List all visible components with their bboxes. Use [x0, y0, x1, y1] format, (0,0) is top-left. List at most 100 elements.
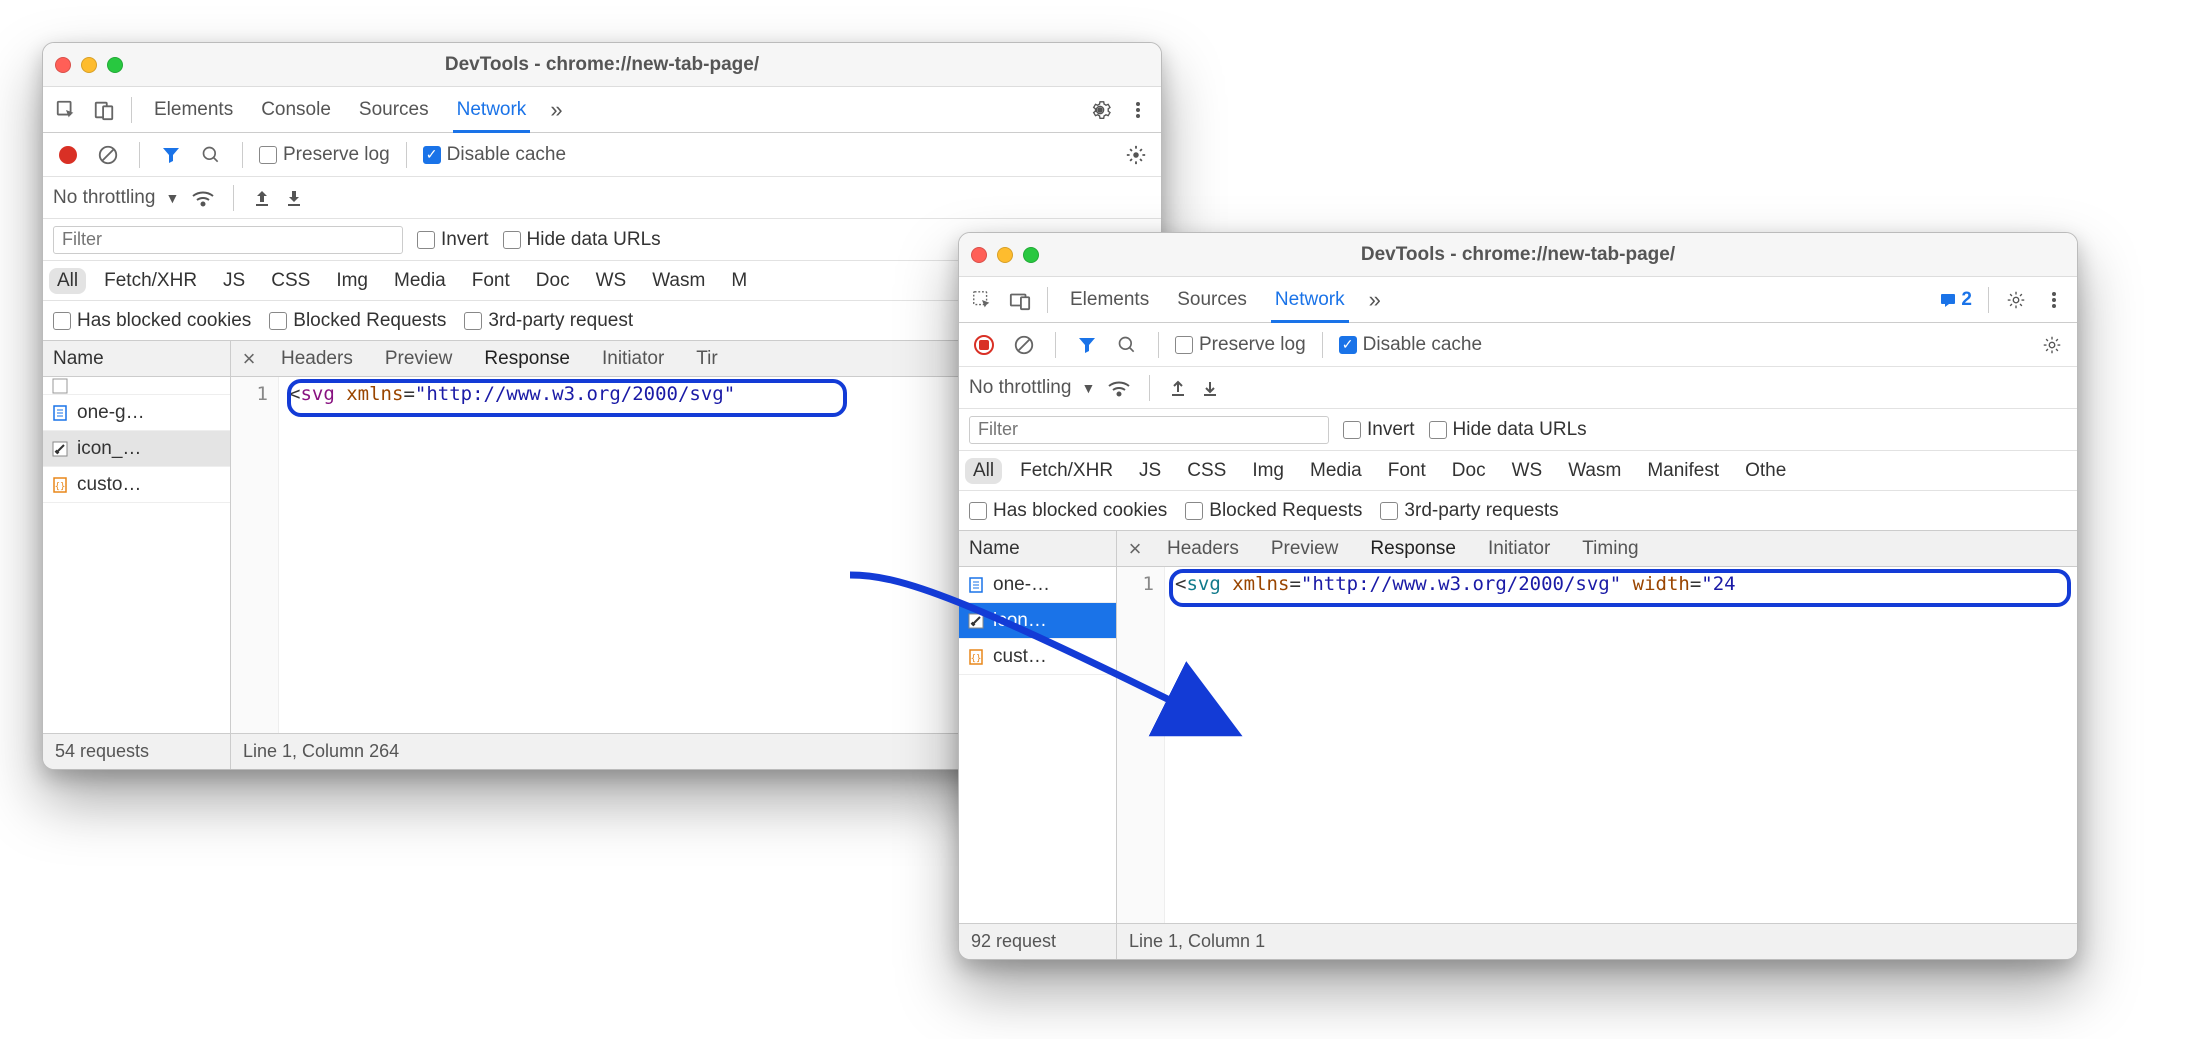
type-fetch[interactable]: Fetch/XHR [96, 268, 205, 294]
response-code[interactable]: <svg xmlns="http://www.w3.org/2000/svg" … [1165, 567, 2077, 923]
hide-data-urls-checkbox[interactable]: Hide data URLs [1429, 419, 1587, 441]
search-icon[interactable] [196, 140, 226, 170]
tab-elements[interactable]: Elements [1058, 277, 1161, 322]
type-img[interactable]: Img [1244, 458, 1292, 484]
filter-icon[interactable] [156, 140, 186, 170]
settings-icon[interactable] [1999, 283, 2033, 317]
filter-input[interactable] [969, 416, 1329, 444]
tab-elements[interactable]: Elements [142, 87, 245, 132]
type-manifest-trunc[interactable]: M [723, 268, 755, 294]
detail-tab-initiator[interactable]: Initiator [588, 341, 678, 376]
record-button[interactable] [969, 330, 999, 360]
truncated-row[interactable] [43, 377, 230, 395]
detail-tab-headers[interactable]: Headers [1153, 531, 1253, 566]
traffic-close[interactable] [55, 57, 71, 73]
tab-sources[interactable]: Sources [1165, 277, 1259, 322]
wifi-icon[interactable] [1107, 378, 1131, 398]
device-toggle-icon[interactable] [1003, 283, 1037, 317]
network-settings-icon[interactable] [2037, 330, 2067, 360]
request-row[interactable]: {} cust… [959, 639, 1116, 675]
type-wasm[interactable]: Wasm [1560, 458, 1629, 484]
traffic-zoom[interactable] [1023, 247, 1039, 263]
throttle-select[interactable]: No throttling ▼ [969, 377, 1095, 399]
device-toggle-icon[interactable] [87, 93, 121, 127]
upload-icon[interactable] [1168, 378, 1188, 398]
request-row-selected[interactable]: icon_… [43, 431, 230, 467]
type-other[interactable]: Othe [1737, 458, 1794, 484]
type-manifest[interactable]: Manifest [1639, 458, 1727, 484]
type-all[interactable]: All [965, 458, 1002, 484]
blocked-cookies-checkbox[interactable]: Has blocked cookies [53, 310, 251, 332]
download-icon[interactable] [1200, 378, 1220, 398]
filter-icon[interactable] [1072, 330, 1102, 360]
traffic-zoom[interactable] [107, 57, 123, 73]
tab-console[interactable]: Console [249, 87, 343, 132]
hide-data-urls-checkbox[interactable]: Hide data URLs [503, 229, 661, 251]
blocked-requests-checkbox[interactable]: Blocked Requests [269, 310, 446, 332]
detail-tab-initiator[interactable]: Initiator [1474, 531, 1564, 566]
more-tabs-icon[interactable]: » [542, 97, 570, 123]
type-ws[interactable]: WS [588, 268, 635, 294]
disable-cache-checkbox[interactable]: ✓Disable cache [423, 144, 566, 166]
traffic-close[interactable] [971, 247, 987, 263]
invert-checkbox[interactable]: Invert [417, 229, 489, 251]
blocked-cookies-checkbox[interactable]: Has blocked cookies [969, 500, 1167, 522]
traffic-minimize[interactable] [81, 57, 97, 73]
type-ws[interactable]: WS [1504, 458, 1551, 484]
upload-icon[interactable] [252, 188, 272, 208]
issues-badge[interactable]: 2 [1933, 289, 1978, 311]
more-tabs-icon[interactable]: » [1361, 287, 1389, 313]
type-font[interactable]: Font [1380, 458, 1434, 484]
detail-tab-response[interactable]: Response [1356, 531, 1470, 566]
detail-tab-timing[interactable]: Timing [1568, 531, 1652, 566]
type-font[interactable]: Font [464, 268, 518, 294]
detail-tab-preview[interactable]: Preview [1257, 531, 1353, 566]
type-css[interactable]: CSS [1179, 458, 1234, 484]
name-column-header[interactable]: Name [959, 531, 1116, 567]
type-doc[interactable]: Doc [528, 268, 578, 294]
inspect-icon[interactable] [49, 93, 83, 127]
type-img[interactable]: Img [328, 268, 376, 294]
type-doc[interactable]: Doc [1444, 458, 1494, 484]
invert-checkbox[interactable]: Invert [1343, 419, 1415, 441]
close-details-icon[interactable]: × [235, 346, 263, 372]
request-row[interactable]: one-g… [43, 395, 230, 431]
detail-tab-response[interactable]: Response [470, 341, 584, 376]
detail-tab-headers[interactable]: Headers [267, 341, 367, 376]
disable-cache-checkbox[interactable]: ✓Disable cache [1339, 334, 1482, 356]
type-media[interactable]: Media [1302, 458, 1370, 484]
third-party-checkbox[interactable]: 3rd-party request [464, 310, 633, 332]
clear-icon[interactable] [1009, 330, 1039, 360]
tab-network[interactable]: Network [1263, 277, 1357, 322]
wifi-icon[interactable] [191, 188, 215, 208]
settings-icon[interactable] [1083, 93, 1117, 127]
traffic-minimize[interactable] [997, 247, 1013, 263]
response-body[interactable]: 1 <svg xmlns="http://www.w3.org/2000/svg… [1117, 567, 2077, 923]
clear-icon[interactable] [93, 140, 123, 170]
request-row[interactable]: {} custo… [43, 467, 230, 503]
third-party-checkbox[interactable]: 3rd-party requests [1380, 500, 1558, 522]
request-row-selected[interactable]: icon… [959, 603, 1116, 639]
filter-input[interactable] [53, 226, 403, 254]
detail-tab-preview[interactable]: Preview [371, 341, 467, 376]
type-all[interactable]: All [49, 268, 86, 294]
close-details-icon[interactable]: × [1121, 536, 1149, 562]
kebab-menu-icon[interactable] [2037, 283, 2071, 317]
name-column-header[interactable]: Name [43, 341, 230, 377]
preserve-log-checkbox[interactable]: Preserve log [259, 144, 390, 166]
tab-network[interactable]: Network [445, 87, 539, 132]
type-fetch[interactable]: Fetch/XHR [1012, 458, 1121, 484]
detail-tab-timing[interactable]: Tir [682, 341, 731, 376]
blocked-requests-checkbox[interactable]: Blocked Requests [1185, 500, 1362, 522]
type-wasm[interactable]: Wasm [644, 268, 713, 294]
network-settings-icon[interactable] [1121, 140, 1151, 170]
search-icon[interactable] [1112, 330, 1142, 360]
type-media[interactable]: Media [386, 268, 454, 294]
record-button[interactable] [53, 140, 83, 170]
inspect-icon[interactable] [965, 283, 999, 317]
type-js[interactable]: JS [215, 268, 253, 294]
type-css[interactable]: CSS [263, 268, 318, 294]
kebab-menu-icon[interactable] [1121, 93, 1155, 127]
type-js[interactable]: JS [1131, 458, 1169, 484]
preserve-log-checkbox[interactable]: Preserve log [1175, 334, 1306, 356]
